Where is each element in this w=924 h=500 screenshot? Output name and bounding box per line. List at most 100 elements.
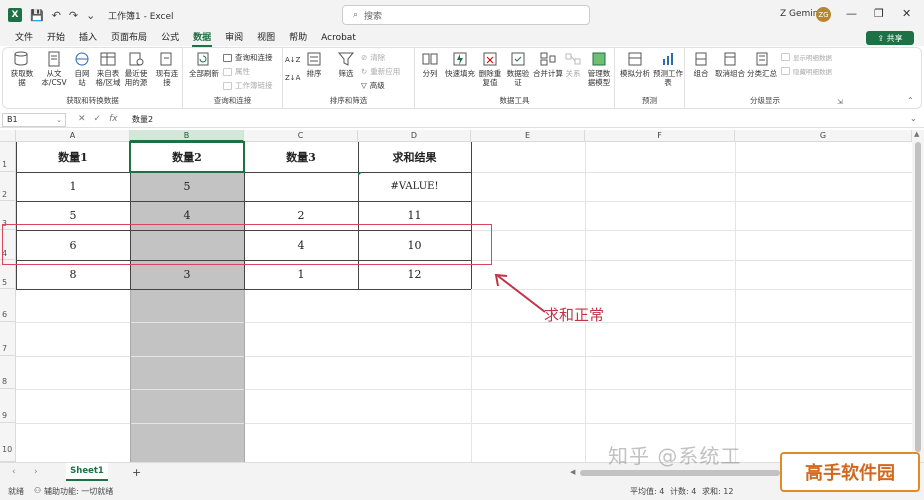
cell-c2[interactable] (244, 172, 358, 201)
cell-a1[interactable]: 数量1 (16, 142, 130, 172)
row-header-10[interactable]: 10 (0, 423, 16, 462)
column-header-g[interactable]: G (735, 130, 912, 142)
from-web-button[interactable]: 自网站 (71, 51, 93, 87)
prev-sheet-icon[interactable]: ‹ (12, 467, 16, 477)
column-header-c[interactable]: C (244, 130, 358, 142)
recent-sources-button[interactable]: 最近使用的源 (123, 51, 149, 87)
sheet-tab-sheet1[interactable]: Sheet1 (66, 463, 108, 481)
show-detail-button[interactable]: 显示明细数据 (781, 52, 832, 62)
properties-button[interactable]: 属性 (223, 66, 250, 77)
column-header-a[interactable]: A (16, 130, 130, 142)
column-header-e[interactable]: E (471, 130, 585, 142)
row-header-6[interactable]: 6 (0, 289, 16, 322)
save-icon[interactable]: 💾 (30, 9, 44, 22)
redo-icon[interactable]: ↷ (69, 9, 78, 22)
row-header-1[interactable]: 1 (0, 142, 16, 172)
add-sheet-button[interactable]: + (132, 466, 141, 479)
subtotal-button[interactable]: 分类汇总 (747, 51, 777, 78)
forecast-sheet-button[interactable]: 预测工作表 (653, 51, 683, 87)
vertical-scroll-thumb[interactable] (915, 142, 921, 452)
scroll-up-icon[interactable]: ▲ (914, 130, 919, 138)
clear-filter-icon: ⊘ (361, 53, 368, 62)
row-header-8[interactable]: 8 (0, 356, 16, 389)
column-header-f[interactable]: F (585, 130, 735, 142)
enter-icon[interactable]: ✓ (94, 114, 102, 124)
name-box[interactable]: B1 ⌄ (2, 113, 66, 127)
dialog-launcher-icon[interactable]: ⇲ (837, 98, 843, 106)
spreadsheet-grid[interactable]: A B C D E F G 1 2 3 4 5 6 7 8 9 10 数量1 数… (0, 130, 912, 462)
what-if-analysis-button[interactable]: 模拟分析 (619, 51, 651, 78)
function-icon[interactable]: fx (109, 114, 118, 124)
tab-insert[interactable]: 插入 (72, 30, 104, 46)
tab-review[interactable]: 审阅 (218, 30, 250, 46)
ungroup-button[interactable]: 取消组合 (715, 51, 745, 78)
forecast-chart-icon (663, 53, 673, 65)
tab-data[interactable]: 数据 (186, 30, 218, 47)
cell-b2[interactable]: 5 (130, 172, 244, 201)
minimize-icon[interactable]: — (846, 7, 857, 20)
customize-toolbar-icon[interactable]: ⌄ (86, 9, 95, 22)
flash-fill-button[interactable]: 快速填充 (445, 51, 475, 78)
row-header-9[interactable]: 9 (0, 389, 16, 423)
workbook-links-button[interactable]: 工作簿链接 (223, 80, 273, 91)
sort-za-button[interactable]: Z↓A (285, 74, 300, 83)
sort-az-button[interactable]: A↓Z (285, 56, 300, 65)
relationships-button[interactable]: 关系 (563, 51, 583, 78)
refresh-all-button[interactable]: 全部刷新 (187, 51, 221, 78)
consolidate-button[interactable]: 合并计算 (533, 51, 563, 78)
cancel-icon[interactable]: ✕ (78, 114, 86, 124)
filter-button[interactable]: 筛选 (335, 51, 357, 78)
cell-c1[interactable]: 数量3 (244, 142, 358, 172)
clear-button[interactable]: ⊘ 清除 (361, 52, 385, 63)
tab-page-layout[interactable]: 页面布局 (104, 30, 154, 46)
formula-bar: B1 ⌄ ✕ ✓ fx 数量2 ⌄ (0, 112, 924, 128)
user-name[interactable]: Z Gemini (780, 9, 821, 19)
manage-data-model-button[interactable]: 管理数据模型 (585, 51, 613, 87)
next-sheet-icon[interactable]: › (34, 467, 38, 477)
select-all-corner[interactable] (0, 130, 16, 142)
advanced-button[interactable]: ▽ 高级 (361, 80, 385, 91)
active-cell-selection (129, 141, 245, 173)
cell-a2[interactable]: 1 (16, 172, 130, 201)
from-text-csv-button[interactable]: 从文本/CSV (39, 51, 69, 87)
tab-home[interactable]: 开始 (40, 30, 72, 46)
collapse-ribbon-icon[interactable]: ⌃ (907, 96, 914, 105)
accessibility-status[interactable]: 辅助功能: 一切就绪 (44, 486, 113, 497)
accessibility-icon[interactable]: ⚇ (34, 486, 41, 495)
undo-icon[interactable]: ↶ (52, 9, 61, 22)
tab-file[interactable]: 文件 (8, 30, 40, 46)
hide-detail-icon (781, 67, 790, 75)
get-data-button[interactable]: 获取数据 (9, 51, 35, 87)
text-to-columns-button[interactable]: 分列 (419, 51, 441, 78)
cell-d1[interactable]: 求和结果 (358, 142, 471, 172)
restore-icon[interactable]: ❐ (874, 7, 884, 20)
avatar[interactable]: ZG (816, 7, 831, 22)
from-table-button[interactable]: 来自表格/区域 (95, 51, 121, 87)
share-button[interactable]: ⇪ 共享 (866, 31, 914, 45)
search-input[interactable]: ⌕ 搜索 (342, 5, 590, 25)
tab-formulas[interactable]: 公式 (154, 30, 186, 46)
row-header-2[interactable]: 2 (0, 172, 16, 201)
tab-acrobat[interactable]: Acrobat (314, 30, 363, 46)
close-icon[interactable]: ✕ (902, 7, 911, 20)
remove-duplicates-button[interactable]: 删除重复值 (477, 51, 503, 87)
reapply-label: 重新应用 (370, 67, 401, 76)
existing-connections-button[interactable]: 现有连接 (155, 51, 179, 87)
group-button[interactable]: 组合 (689, 51, 713, 78)
horizontal-scroll-thumb[interactable] (580, 470, 780, 476)
subtotal-label: 分类汇总 (747, 69, 777, 78)
cell-d2[interactable]: #VALUE! (358, 172, 471, 201)
vertical-scrollbar[interactable]: ▲ (912, 130, 924, 462)
row-header-7[interactable]: 7 (0, 322, 16, 356)
formula-input[interactable]: 数量2 (132, 114, 153, 125)
tab-view[interactable]: 视图 (250, 30, 282, 46)
data-validation-button[interactable]: 数据验证 (505, 51, 531, 87)
scroll-left-icon[interactable]: ◀ (570, 468, 575, 476)
queries-connections-button[interactable]: 查询和连接 (223, 52, 273, 63)
sort-button[interactable]: 排序 (303, 51, 325, 78)
column-header-d[interactable]: D (358, 130, 471, 142)
expand-formula-icon[interactable]: ⌄ (910, 114, 917, 123)
tab-help[interactable]: 帮助 (282, 30, 314, 46)
reapply-button[interactable]: ↻ 重新应用 (361, 66, 400, 77)
hide-detail-button[interactable]: 隐藏明细数据 (781, 66, 832, 76)
